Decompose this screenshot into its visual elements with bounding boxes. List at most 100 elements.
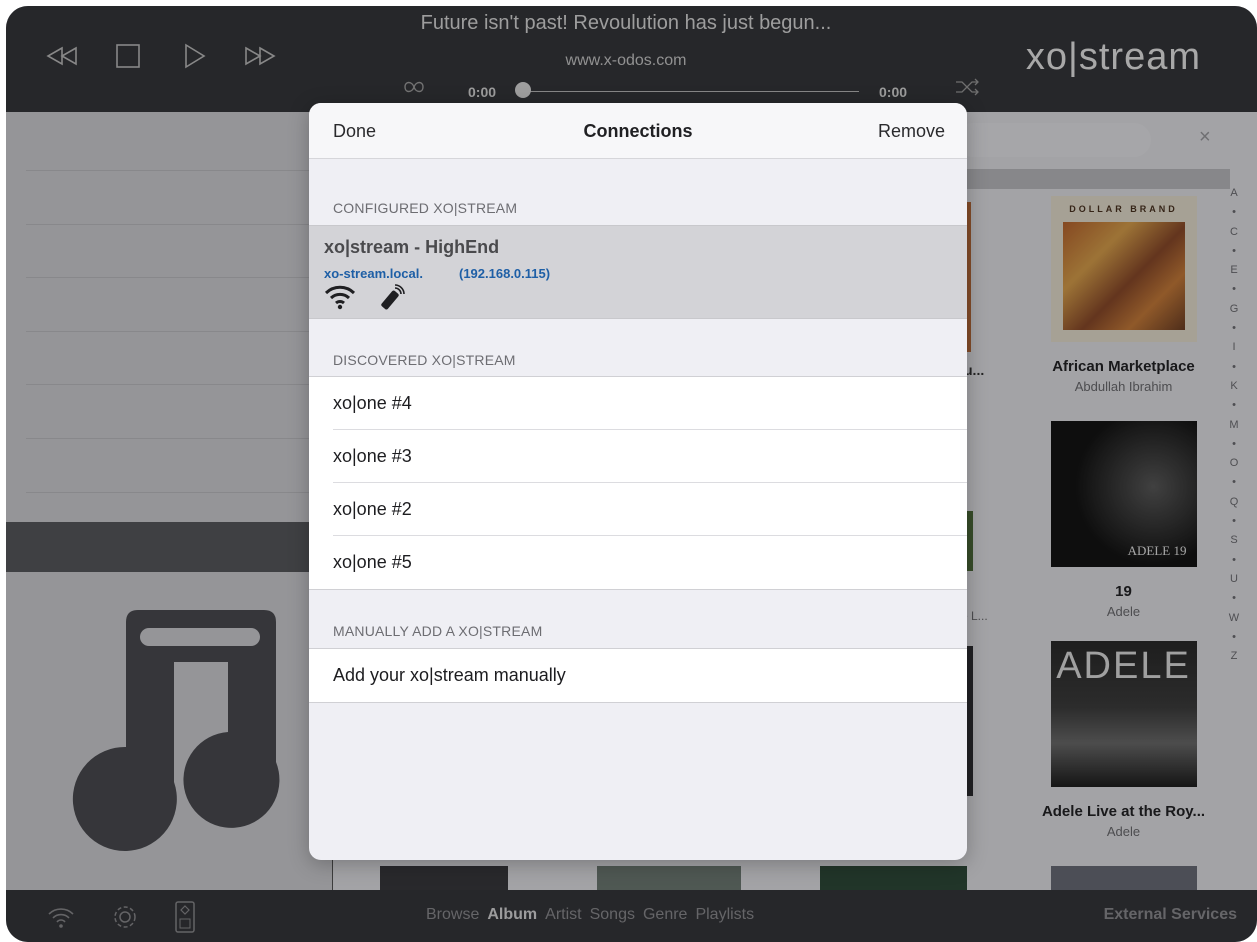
index-letter[interactable]: • <box>1224 203 1244 222</box>
index-letter[interactable]: E <box>1224 261 1244 280</box>
add-manually-label: Add your xo|stream manually <box>333 665 566 685</box>
discovered-device-row[interactable]: xo|one #4 <box>309 377 967 430</box>
connections-dialog: Done Connections Remove CONFIGURED XO|ST… <box>309 103 967 860</box>
section-band <box>960 169 1230 189</box>
dialog-navbar: Done Connections Remove <box>309 103 967 159</box>
index-letter[interactable]: I <box>1224 338 1244 357</box>
progress-knob[interactable] <box>515 82 531 98</box>
album-artist: Adele <box>1106 604 1141 619</box>
device-name: xo|one #4 <box>333 393 412 413</box>
cover-text: DOLLAR BRAND <box>1069 204 1178 214</box>
index-letter[interactable]: Z <box>1224 647 1244 666</box>
discovered-device-list: xo|one #4 xo|one #3 xo|one #2 xo|one #5 <box>309 376 967 590</box>
repeat-icon[interactable] <box>401 78 427 101</box>
external-services-button[interactable]: External Services <box>1104 906 1237 924</box>
player-bar: Future isn't past! Revoulution has just … <box>6 6 1257 112</box>
index-letter[interactable]: • <box>1224 435 1244 454</box>
fast-forward-icon[interactable] <box>240 36 280 76</box>
device-name: xo|one #5 <box>333 552 412 572</box>
index-letter[interactable]: K <box>1224 377 1244 396</box>
index-letter[interactable]: • <box>1224 242 1244 261</box>
now-playing-artwork <box>6 572 332 890</box>
stop-icon[interactable] <box>108 36 148 76</box>
manual-section-header: MANUALLY ADD A XO|STREAM <box>333 623 543 639</box>
tab-genre[interactable]: Genre <box>643 906 687 924</box>
album-tile[interactable]: ADELE 19 19 Adele <box>1036 421 1211 619</box>
album-cover-partial <box>597 866 741 890</box>
configured-device-host: xo-stream.local. <box>324 266 423 281</box>
settings-gear-icon[interactable] <box>108 900 142 939</box>
discovered-device-row[interactable]: xo|one #2 <box>309 483 967 536</box>
index-letter[interactable]: G <box>1224 300 1244 319</box>
search-field[interactable] <box>956 123 1151 157</box>
wifi-icon <box>323 284 357 315</box>
device-name: xo|one #2 <box>333 499 412 519</box>
clear-search-icon[interactable]: × <box>1199 126 1211 149</box>
index-letter[interactable]: • <box>1224 473 1244 492</box>
list-divider <box>26 331 326 332</box>
play-icon[interactable] <box>174 36 214 76</box>
bottom-icons <box>44 900 198 939</box>
remote-control-icon <box>377 284 405 315</box>
index-letter[interactable]: U <box>1224 570 1244 589</box>
album-title: Adele Live at the Roy... <box>1041 803 1206 820</box>
list-divider <box>26 384 326 385</box>
discovered-section-header: DISCOVERED XO|STREAM <box>333 352 516 368</box>
tab-artist[interactable]: Artist <box>545 906 581 924</box>
list-divider <box>26 438 326 439</box>
index-letter[interactable]: O <box>1224 454 1244 473</box>
index-letter[interactable]: Q <box>1224 493 1244 512</box>
index-letter[interactable]: A <box>1224 184 1244 203</box>
album-title: 19 <box>1115 583 1132 600</box>
time-elapsed: 0:00 <box>468 84 497 100</box>
tab-songs[interactable]: Songs <box>590 906 635 924</box>
list-divider <box>26 492 326 493</box>
remote-control-icon[interactable] <box>172 900 198 939</box>
shuffle-icon[interactable] <box>954 78 980 101</box>
add-manually-row[interactable]: Add your xo|stream manually <box>309 649 967 702</box>
remove-button[interactable]: Remove <box>878 121 945 142</box>
alphabet-index[interactable]: A • C • E • G • I • K • M • O • Q • S • U • W • Z <box>1224 184 1244 666</box>
configured-device-row[interactable]: xo|stream - HighEnd xo-stream.local. (19… <box>309 225 967 319</box>
index-letter[interactable]: • <box>1224 628 1244 647</box>
brand-logo: xo|stream <box>1025 36 1201 78</box>
list-divider <box>26 170 326 171</box>
index-letter[interactable]: • <box>1224 512 1244 531</box>
station-url: www.x-odos.com <box>565 52 687 69</box>
album-cover: ADELE 19 <box>1050 421 1197 567</box>
bottom-bar: Browse Album Artist Songs Genre Playlist… <box>6 890 1257 942</box>
discovered-device-row[interactable]: xo|one #3 <box>309 430 967 483</box>
left-list-panel <box>6 112 332 522</box>
index-letter[interactable]: S <box>1224 531 1244 550</box>
index-letter[interactable]: W <box>1224 609 1244 628</box>
discovered-device-row[interactable]: xo|one #5 <box>309 536 967 589</box>
index-letter[interactable]: • <box>1224 551 1244 570</box>
list-divider <box>26 277 326 278</box>
now-playing-marquee: Future isn't past! Revoulution has just … <box>420 12 832 34</box>
index-letter[interactable]: C <box>1224 223 1244 242</box>
index-letter[interactable]: • <box>1224 319 1244 338</box>
index-letter[interactable]: • <box>1224 358 1244 377</box>
album-tile[interactable]: ADELE Adele Live at the Roy... Adele <box>1030 641 1217 839</box>
cover-text: ADELE <box>1056 645 1191 687</box>
progress-track[interactable] <box>521 91 859 92</box>
tab-album[interactable]: Album <box>487 906 537 924</box>
album-cover-partial <box>380 866 508 890</box>
now-playing-header <box>6 522 332 572</box>
cover-text: ADELE 19 <box>1127 543 1187 558</box>
configured-device-ip: (192.168.0.115) <box>459 266 551 281</box>
index-letter[interactable]: • <box>1224 396 1244 415</box>
rewind-icon[interactable] <box>42 36 82 76</box>
configured-device-name: xo|stream - HighEnd <box>324 237 500 257</box>
configured-device-icons <box>323 284 405 315</box>
list-divider <box>26 224 326 225</box>
album-cover: ADELE <box>1050 641 1197 787</box>
index-letter[interactable]: M <box>1224 416 1244 435</box>
index-letter[interactable]: • <box>1224 280 1244 299</box>
album-tile[interactable]: DOLLAR BRAND African Marketplace Abdulla… <box>1036 196 1211 394</box>
album-artist: Abdullah Ibrahim <box>1074 379 1173 394</box>
tab-playlists[interactable]: Playlists <box>695 906 754 924</box>
wifi-icon[interactable] <box>44 900 78 939</box>
index-letter[interactable]: • <box>1224 589 1244 608</box>
album-cover-partial <box>820 866 967 890</box>
